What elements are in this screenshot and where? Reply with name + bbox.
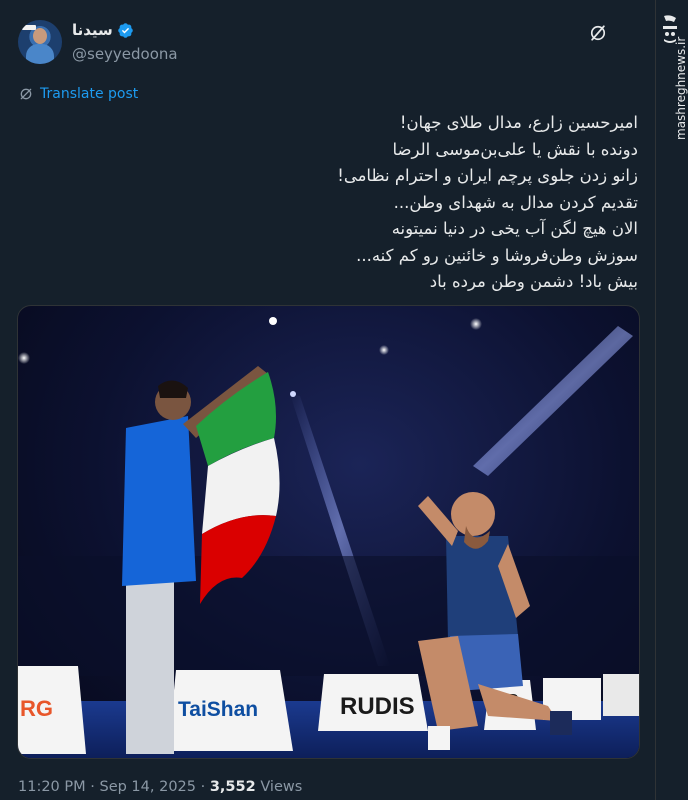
watermark-site: mashreghnews.ir xyxy=(674,36,688,140)
author-handle[interactable]: @seyyedoona xyxy=(72,45,178,63)
translate-icon xyxy=(20,88,32,100)
post-text-line: بیش باد! دشمن وطن مرده باد xyxy=(429,272,638,291)
post-text-line: امیرحسین زارع، مدال طلای جهان! xyxy=(399,113,638,132)
grok-icon[interactable] xyxy=(588,23,608,43)
media-scene: RG TaiShan RUDIS EP xyxy=(18,317,639,758)
stage-light xyxy=(18,352,30,364)
crowd-area xyxy=(18,556,639,676)
tweet-post: سیدنا @seyyedoona Translate post امیرحسی… xyxy=(0,0,656,800)
light-beam xyxy=(473,326,633,476)
post-text: امیرحسین زارع، مدال طلای جهان! دونده با … xyxy=(18,110,638,296)
meta-separator: · xyxy=(200,779,206,795)
avatar[interactable] xyxy=(18,20,62,64)
post-media-photo[interactable]: RG TaiShan RUDIS EP xyxy=(17,305,640,759)
svg-text:TaiShan: TaiShan xyxy=(178,698,258,721)
banner-sponsor xyxy=(603,674,639,716)
views-count: 3,552 xyxy=(209,779,256,795)
author-name[interactable]: سیدنا xyxy=(72,21,113,39)
post-text-line: زانو زدن جلوی پرچم ایران و احترام نظامی! xyxy=(337,166,638,185)
banner-rg: RG xyxy=(18,666,86,754)
views-label: Views xyxy=(260,779,303,795)
translate-post-label[interactable]: Translate post xyxy=(40,86,138,102)
post-text-line: سوزش وطن‌فروشا و خائنین رو کم کنه... xyxy=(356,245,638,265)
banner-taishan: TaiShan xyxy=(168,670,293,751)
svg-text:RUDIS: RUDIS xyxy=(340,693,415,720)
svg-text:RG: RG xyxy=(20,696,53,721)
post-text-line: دونده با نقش یا علی‌بن‌موسی الرضا xyxy=(392,139,638,159)
post-metadata: 11:20 PM · Sep 14, 2025 · 3,552 Views xyxy=(18,779,302,795)
post-date[interactable]: Sep 14, 2025 xyxy=(99,779,196,795)
translate-post-link[interactable]: Translate post xyxy=(18,86,138,102)
avatar-shirt xyxy=(26,44,54,64)
watermark-strip: mashreghnews.ir xyxy=(656,0,688,800)
stage-light xyxy=(269,317,277,325)
stage-light xyxy=(470,318,482,330)
post-time[interactable]: 11:20 PM xyxy=(18,779,86,795)
post-text-line: الان هیچ لگن آب یخی در دنیا نمیتونه xyxy=(391,219,638,238)
avatar-face xyxy=(33,28,47,44)
stage-light xyxy=(379,345,389,355)
author-name-row[interactable]: سیدنا xyxy=(72,21,134,39)
avatar-badge xyxy=(22,25,36,30)
meta-separator: · xyxy=(90,779,95,795)
post-text-line: تقدیم کردن مدال به شهدای وطن... xyxy=(393,192,638,212)
verified-badge-icon xyxy=(118,22,133,38)
banner-rudis: RUDIS xyxy=(318,674,428,731)
